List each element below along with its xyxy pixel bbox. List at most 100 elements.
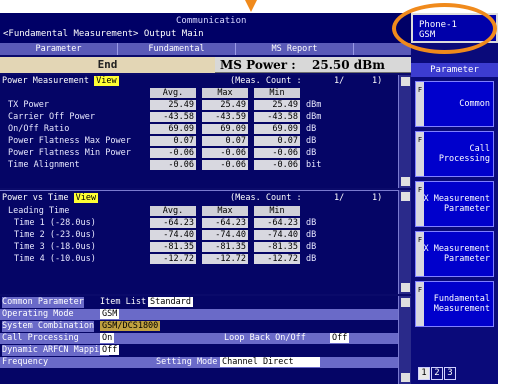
avg-value: 0.07 xyxy=(150,136,196,146)
param-row-call-processing[interactable]: Call Processing On Loop Back On/Off Off xyxy=(0,333,398,344)
page-selector: 1 2 3 xyxy=(418,367,457,380)
param-row-system-combination[interactable]: System Combination GSM/DCS1800 xyxy=(0,321,398,332)
scroll-down-icon[interactable] xyxy=(401,283,410,292)
max-value: -0.06 xyxy=(202,160,248,170)
softkey-fundamental-measurement[interactable]: F Fundamental Measurement xyxy=(415,281,494,327)
loopback-value[interactable]: Off xyxy=(330,333,350,343)
min-value: -0.06 xyxy=(254,148,300,158)
avg-value: -43.58 xyxy=(150,112,196,122)
scroll-down-icon[interactable] xyxy=(401,373,410,382)
softkey-label: Call Processing xyxy=(438,144,490,164)
param-row-dynamic-arfcn[interactable]: Dynamic ARFCN Mapping Off xyxy=(0,345,398,356)
max-value: -43.59 xyxy=(202,112,248,122)
power-measurement-view-button[interactable]: View xyxy=(94,76,119,86)
softkey-sidebar: Parameter F Common F Call Processing F T… xyxy=(411,43,498,384)
table-row: TX Power 25.49 25.49 25.49 dBm xyxy=(0,100,398,111)
row-label: Time Alignment xyxy=(8,160,80,170)
common-parameter-header: Common Parameter Item List Standard xyxy=(0,297,398,308)
softkey-tag-icon: F xyxy=(416,132,424,176)
ms-power-label: MS Power : xyxy=(220,58,296,72)
unit: dB xyxy=(306,242,317,252)
avg-value: -81.35 xyxy=(150,242,196,252)
meas-count-label: (Meas. Count : xyxy=(230,193,302,203)
softkey-common[interactable]: F Common xyxy=(415,81,494,127)
max-value: 69.09 xyxy=(202,124,248,134)
meas-count-value: 1/ xyxy=(334,193,345,203)
unit: dBm xyxy=(306,100,322,110)
meas-count-value: 1/ xyxy=(334,76,345,86)
avg-value: -74.40 xyxy=(150,230,196,240)
common-parameter-title: Common Parameter xyxy=(2,297,84,308)
param-value[interactable]: GSM/DCS1800 xyxy=(100,321,161,331)
min-value: 69.09 xyxy=(254,124,300,134)
page-button-2[interactable]: 2 xyxy=(431,367,443,380)
scroll-up-icon[interactable] xyxy=(401,192,410,201)
softkey-tag-icon: F xyxy=(416,182,424,226)
softkey-tag-icon: F xyxy=(416,232,424,276)
min-value: 0.07 xyxy=(254,136,300,146)
col-header-max: Max xyxy=(202,206,248,216)
power-measurement-title: Power Measurement xyxy=(2,76,89,86)
device-indicator: Phone-1 GSM xyxy=(411,13,498,43)
param-row-frequency[interactable]: Frequency Setting Mode Channel Direct xyxy=(0,357,398,368)
tab-fundamental[interactable]: Fundamental xyxy=(118,43,236,55)
softkey-call-processing[interactable]: F Call Processing xyxy=(415,131,494,177)
unit: bit xyxy=(306,160,322,170)
param-key: Call Processing xyxy=(2,333,79,343)
min-value: -64.23 xyxy=(254,218,300,228)
setting-mode-value[interactable]: Channel Direct xyxy=(220,357,320,367)
ms-power-value: 25.50 dBm xyxy=(312,58,385,72)
softkey-tag-icon: F xyxy=(416,82,424,126)
tab-bar: Parameter Fundamental MS Report xyxy=(0,43,411,55)
device-name: Phone-1 xyxy=(419,20,457,30)
unit: dBm xyxy=(306,112,322,122)
avg-value: -64.23 xyxy=(150,218,196,228)
max-value: -12.72 xyxy=(202,254,248,264)
measurement-state: End xyxy=(0,57,215,73)
page-button-1[interactable]: 1 xyxy=(418,367,430,380)
min-value: 25.49 xyxy=(254,100,300,110)
scroll-up-icon[interactable] xyxy=(401,298,410,307)
softkey-rx-measurement[interactable]: F RX Measurement Parameter xyxy=(415,231,494,277)
page-button-3[interactable]: 3 xyxy=(444,367,456,380)
power-vs-time-title: Power vs Time xyxy=(2,193,69,203)
unit: dB xyxy=(306,148,317,158)
tab-parameter[interactable]: Parameter xyxy=(0,43,118,55)
max-value: -74.40 xyxy=(202,230,248,240)
softkey-tx-measurement[interactable]: F TX Measurement Parameter xyxy=(415,181,494,227)
scroll-down-icon[interactable] xyxy=(401,177,410,186)
item-list-select[interactable]: Standard xyxy=(148,297,193,307)
power-measurement-scrollbar[interactable] xyxy=(398,75,411,188)
leading-time-label: Leading Time xyxy=(8,206,70,216)
row-label: Time 3 (-18.0us) xyxy=(14,242,96,252)
param-key: Dynamic ARFCN Mapping xyxy=(2,345,110,356)
softkey-tag-icon: F xyxy=(416,282,424,326)
row-label: Carrier Off Power xyxy=(8,112,95,122)
instrument-screen: Communication <Fundamental Measurement> … xyxy=(0,13,498,384)
avg-value: -0.06 xyxy=(150,148,196,158)
max-value: 25.49 xyxy=(202,100,248,110)
max-value: -81.35 xyxy=(202,242,248,252)
softkey-label: TX Measurement Parameter xyxy=(418,194,490,214)
col-header-max: Max xyxy=(202,88,248,98)
param-row-operating-mode[interactable]: Operating Mode GSM xyxy=(0,309,398,320)
screen-title: Communication xyxy=(176,16,247,26)
col-header-min: Min xyxy=(254,206,300,216)
table-row: Time 2 (-23.0us) -74.40 -74.40 -74.40 dB xyxy=(0,230,398,241)
power-vs-time-view-button[interactable]: View xyxy=(73,193,99,203)
avg-value: 69.09 xyxy=(150,124,196,134)
scroll-up-icon[interactable] xyxy=(401,77,410,86)
col-header-avg: Avg. xyxy=(150,88,196,98)
common-parameter-scrollbar[interactable] xyxy=(398,296,411,384)
param-key: Operating Mode xyxy=(2,309,74,319)
max-value: -64.23 xyxy=(202,218,248,228)
power-vs-time-scrollbar[interactable] xyxy=(398,190,411,294)
table-row: Time 3 (-18.0us) -81.35 -81.35 -81.35 dB xyxy=(0,242,398,253)
param-value[interactable]: GSM xyxy=(100,309,120,319)
param-value[interactable]: Off xyxy=(100,345,120,355)
row-label: On/Off Ratio xyxy=(8,124,70,134)
sidebar-header: Parameter xyxy=(411,63,498,77)
title-bar: Communication <Fundamental Measurement> … xyxy=(0,13,411,43)
param-value[interactable]: On xyxy=(100,333,115,343)
tab-ms-report[interactable]: MS Report xyxy=(236,43,354,55)
